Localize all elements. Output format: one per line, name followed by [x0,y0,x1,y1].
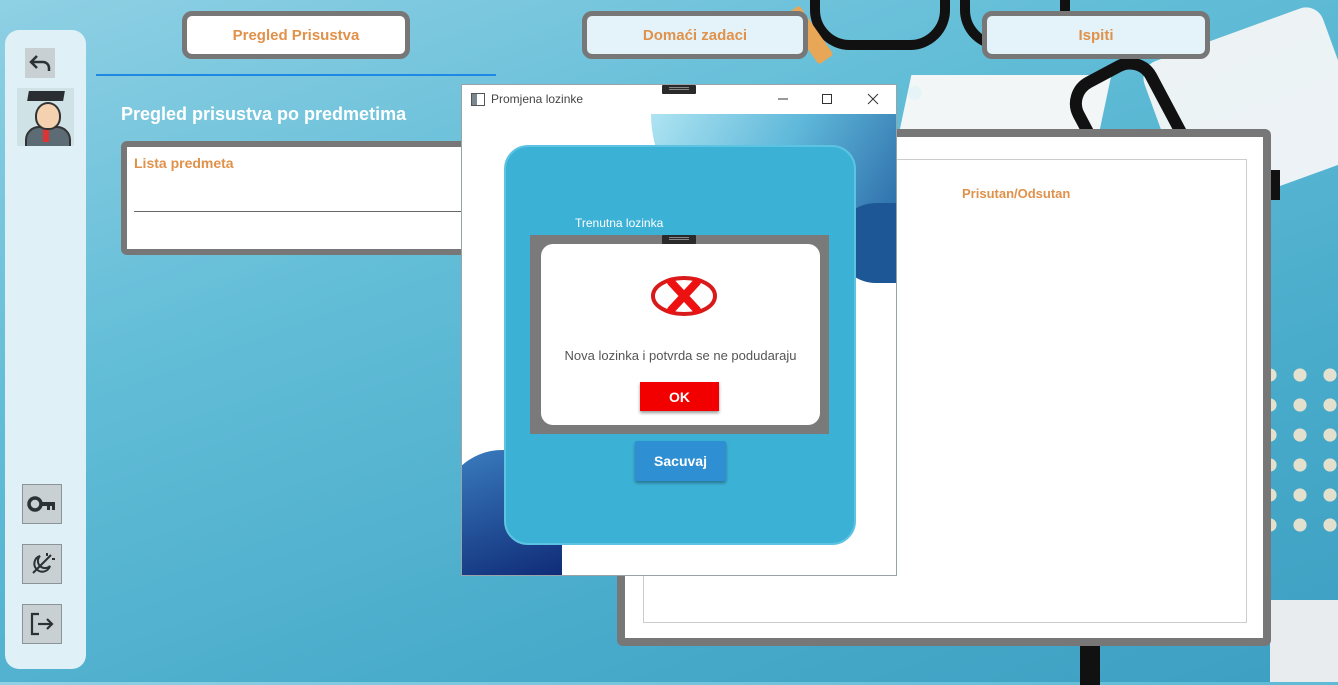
tab-attendance[interactable]: Pregled Prisustva [182,11,410,59]
avatar [17,88,74,146]
message-box: Nova lozinka i potvrda se ne podudaraju … [541,244,820,425]
minimize-button[interactable] [772,89,794,109]
background-glasses-left [810,0,950,50]
minimize-icon [778,98,788,100]
background-stand [1080,645,1100,685]
maximize-button[interactable] [816,89,838,109]
tab-homework[interactable]: Domaći zadaci [582,11,808,59]
background-dot [908,86,922,100]
tab-exams-label: Ispiti [1078,26,1114,44]
background-decoration [1270,170,1280,200]
window-drag-grip[interactable] [662,85,696,94]
page-title: Pregled prisustva po predmetima [121,104,407,124]
avatar-head [35,102,61,130]
subject-list-divider [134,211,475,212]
logout-button[interactable] [22,604,62,644]
tab-attendance-label: Pregled Prisustva [232,26,360,44]
close-icon [867,93,879,105]
back-button[interactable] [25,48,55,78]
tab-homework-label: Domaći zadaci [642,26,748,44]
save-button[interactable]: Sacuvaj [635,441,726,481]
tab-exams[interactable]: Ispiti [982,11,1210,59]
window-title: Promjena lozinke [491,92,584,106]
dialog-drag-grip[interactable] [662,235,696,244]
avatar-tie [43,128,49,142]
active-tab-underline [96,74,496,76]
graduation-cap-icon [27,91,65,101]
sidebar [5,30,86,669]
current-password-label: Trenutna lozinka [575,216,664,230]
change-password-button[interactable] [22,484,62,524]
app-icon [471,93,485,106]
background-paper [898,75,1112,135]
password-change-window: Promjena lozinke Trenutna lozinka Sacuva… [461,84,897,576]
error-x-icon [651,276,717,316]
key-icon [27,496,55,512]
moon-sun-icon [32,553,55,574]
theme-toggle-button[interactable] [22,544,62,584]
maximize-icon [822,94,832,104]
ok-button[interactable]: OK [640,382,719,411]
subject-list-header: Lista predmeta [134,155,234,171]
error-message-dialog: Nova lozinka i potvrda se ne podudaraju … [530,235,829,434]
attendance-column-header: Prisutan/Odsutan [962,186,1071,201]
subject-list-panel[interactable]: Lista predmeta [121,141,481,255]
background-ruler [1270,600,1338,682]
logout-icon [30,612,54,636]
error-message-text: Nova lozinka i potvrda se ne podudaraju [564,348,797,363]
close-button[interactable] [862,89,884,109]
undo-arrow-icon [29,55,51,71]
